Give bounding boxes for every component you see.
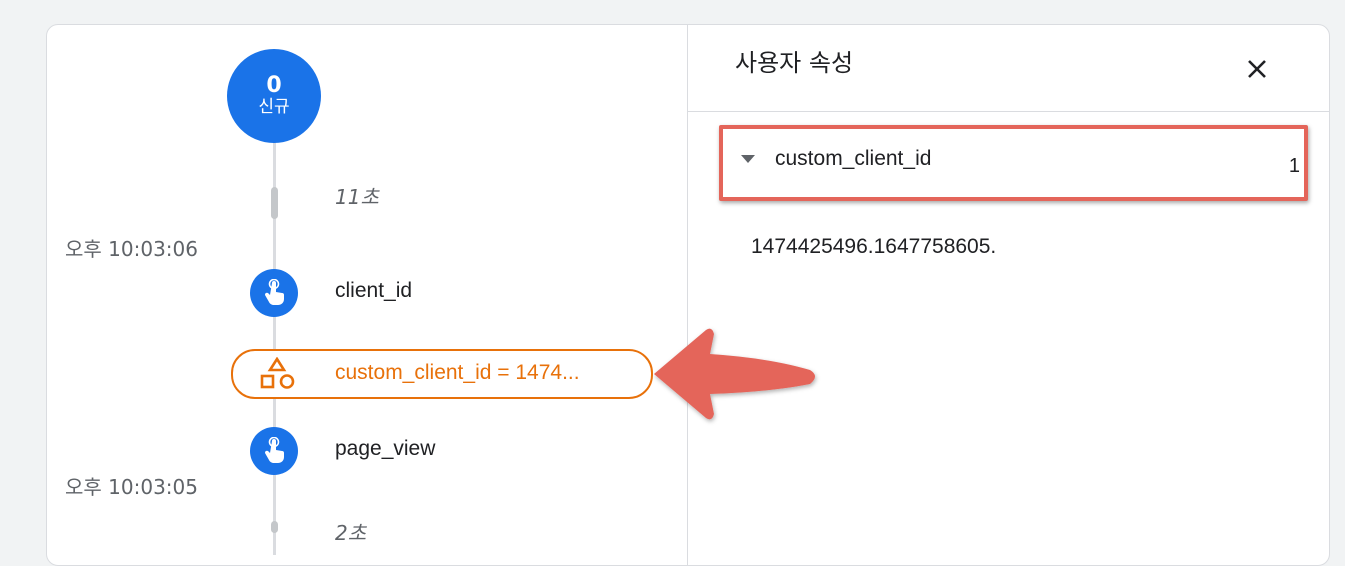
user-badge[interactable]: 0 신규 bbox=[227, 49, 321, 143]
user-label: 신규 bbox=[258, 97, 290, 117]
time-gap-marker bbox=[271, 187, 278, 219]
event-page-view[interactable]: page_view bbox=[335, 437, 435, 461]
time-gap-marker bbox=[271, 521, 278, 533]
duration-label: 11초 bbox=[335, 185, 379, 209]
panel-header-divider bbox=[688, 111, 1329, 112]
panel-divider bbox=[687, 25, 688, 565]
property-row[interactable]: custom_client_id 1 bbox=[719, 125, 1308, 201]
user-property-text: custom_client_id = 1474... bbox=[335, 361, 580, 384]
user-count: 0 bbox=[266, 73, 282, 98]
panel-title: 사용자 속성 bbox=[735, 49, 854, 77]
timestamp-label: 오후 10:03:06 bbox=[65, 237, 198, 261]
event-client-id[interactable]: client_id bbox=[335, 279, 412, 303]
duration-label: 2초 bbox=[335, 521, 367, 545]
close-button[interactable] bbox=[1239, 51, 1275, 87]
property-count: 1 bbox=[1288, 155, 1300, 177]
property-name: custom_client_id bbox=[775, 147, 932, 170]
annotation-arrow-icon bbox=[654, 328, 815, 420]
caret-down-icon[interactable] bbox=[741, 155, 755, 163]
close-icon bbox=[1248, 60, 1266, 78]
timestamp-label: 오후 10:03:05 bbox=[65, 475, 198, 499]
property-value: 1474425496.1647758605. bbox=[751, 235, 997, 258]
shapes-icon bbox=[257, 356, 297, 396]
tap-icon[interactable] bbox=[250, 427, 298, 475]
tap-icon[interactable] bbox=[250, 269, 298, 317]
user-property-pill[interactable]: custom_client_id = 1474... bbox=[231, 349, 653, 399]
debug-view-card: 0 신규 11초 오후 10:03:06 client_id custom_cl… bbox=[46, 24, 1330, 566]
